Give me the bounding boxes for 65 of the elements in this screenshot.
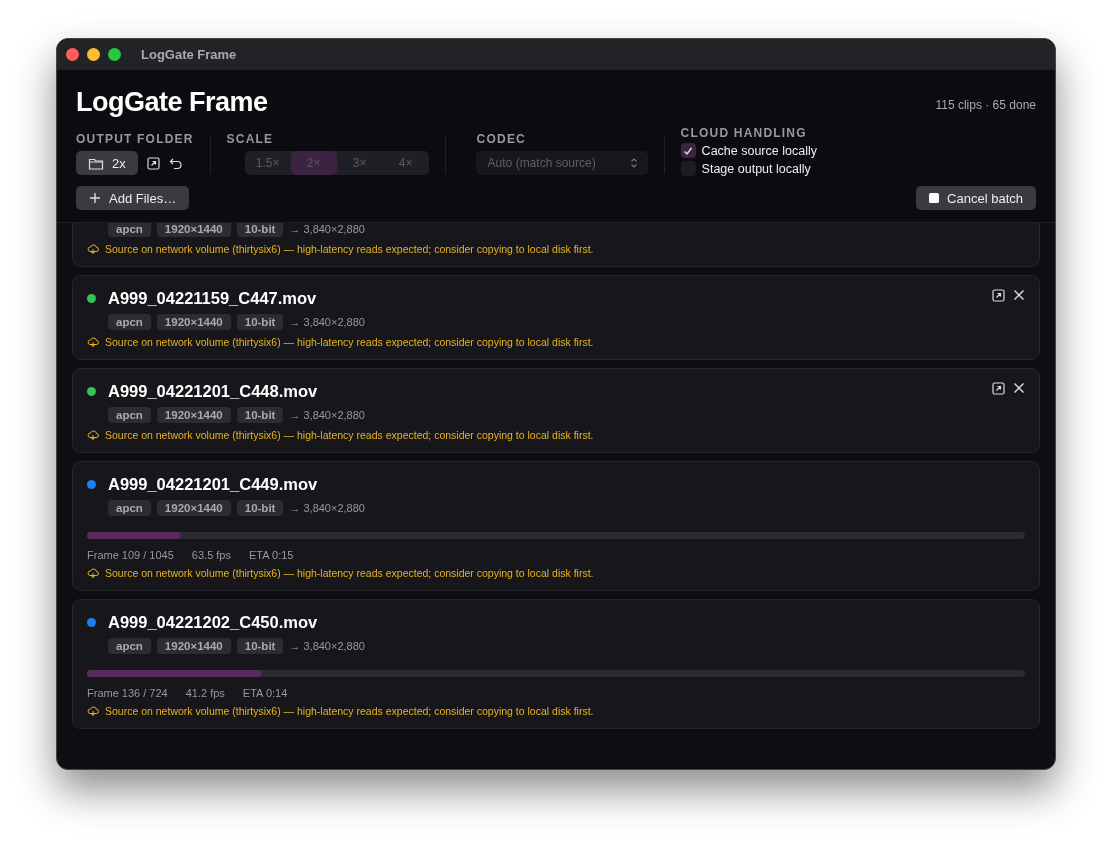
format-tag: 10-bit [236, 314, 284, 330]
open-icon[interactable] [992, 289, 1005, 302]
format-tag: apcn [108, 407, 151, 423]
window-title: LogGate Frame [141, 47, 237, 62]
output-resolution: → 3,840×2,880 [289, 502, 365, 514]
format-tag: 1920×1440 [156, 223, 231, 237]
warning-text: Source on network volume (thirtysix6) — high-latency reads expected; consider copying to local disk first. [105, 705, 594, 717]
format-tag: 10-bit [236, 638, 284, 654]
frame-count: Frame 109 / 1045 [87, 549, 174, 561]
clip-name: A999_04221201_C449.mov [108, 475, 318, 494]
format-tag: 1920×1440 [156, 638, 231, 654]
frame-count: Frame 136 / 724 [87, 687, 168, 699]
checkbox[interactable] [680, 143, 696, 158]
cloud-icon [87, 336, 99, 348]
section-label: OUTPUT FOLDER [76, 132, 194, 146]
folder-button[interactable]: 2x [76, 151, 138, 175]
open-icon[interactable] [992, 382, 1005, 395]
checkbox-label: Cache source locally [701, 143, 817, 158]
clip-summary: 115 clips · 65 done [935, 96, 1036, 112]
section-label: CODEC [476, 132, 527, 146]
clip-name: A999_04221159_C447.mov [108, 289, 317, 308]
format-tag: apcn [108, 500, 151, 516]
cloud-icon [87, 429, 99, 441]
open-icon[interactable] [146, 156, 160, 170]
format-tag: apcn [108, 638, 151, 654]
cloud-icon [87, 705, 99, 717]
eta-value: ETA 0:14 [242, 687, 288, 699]
format-tag: apcn [108, 314, 151, 330]
close-icon[interactable] [1013, 289, 1025, 301]
zoom-button[interactable] [108, 48, 121, 61]
eta-value: ETA 0:15 [249, 549, 294, 561]
output-resolution: → 3,840×2,880 [289, 223, 365, 235]
add-files-button[interactable]: Add Files… [76, 186, 190, 210]
checkbox-label: Stage output locally [701, 161, 811, 176]
format-tag: 10-bit [236, 500, 284, 516]
output-resolution: → 3,840×2,880 [289, 316, 365, 328]
chevron-icon [629, 157, 638, 169]
output-resolution: → 3,840×2,880 [289, 409, 365, 421]
app-title: LogGate Frame [76, 87, 268, 118]
close-icon[interactable] [1013, 382, 1025, 394]
cancel-batch-button[interactable]: Cancel batch [916, 186, 1036, 210]
plus-icon [89, 192, 101, 204]
close-button[interactable] [66, 48, 79, 61]
fps-value: 63.5 fps [191, 549, 231, 561]
format-tag: 1920×1440 [156, 500, 231, 516]
warning-text: Source on network volume (thirtysix6) — high-latency reads expected; consider copying to local disk first. [105, 336, 594, 348]
undo-icon[interactable] [168, 156, 182, 170]
format-tag: 1920×1440 [156, 407, 231, 423]
warning-text: Source on network volume (thirtysix6) — high-latency reads expected; consider copying to local disk first. [105, 429, 594, 441]
minimize-button[interactable] [87, 48, 100, 61]
format-tag: 10-bit [236, 223, 284, 237]
format-tag: apcn [108, 223, 151, 237]
section-label: CLOUD HANDLING [680, 126, 808, 140]
format-tag: 1920×1440 [156, 314, 231, 330]
output-resolution: → 3,840×2,880 [289, 640, 365, 652]
warning-text: Source on network volume (thirtysix6) — high-latency reads expected; consider copying to local disk first. [105, 243, 594, 255]
cloud-icon [87, 243, 99, 255]
warning-text: Source on network volume (thirtysix6) — high-latency reads expected; consider copying to local disk first. [105, 567, 594, 579]
clip-name: A999_04221201_C448.mov [108, 382, 318, 401]
fps-value: 41.2 fps [185, 687, 225, 699]
clip-name: A999_04221202_C450.mov [108, 613, 318, 632]
section-label: SCALE [226, 132, 275, 146]
format-tag: 10-bit [236, 407, 284, 423]
stop-icon [929, 193, 940, 203]
cloud-icon [87, 567, 99, 579]
